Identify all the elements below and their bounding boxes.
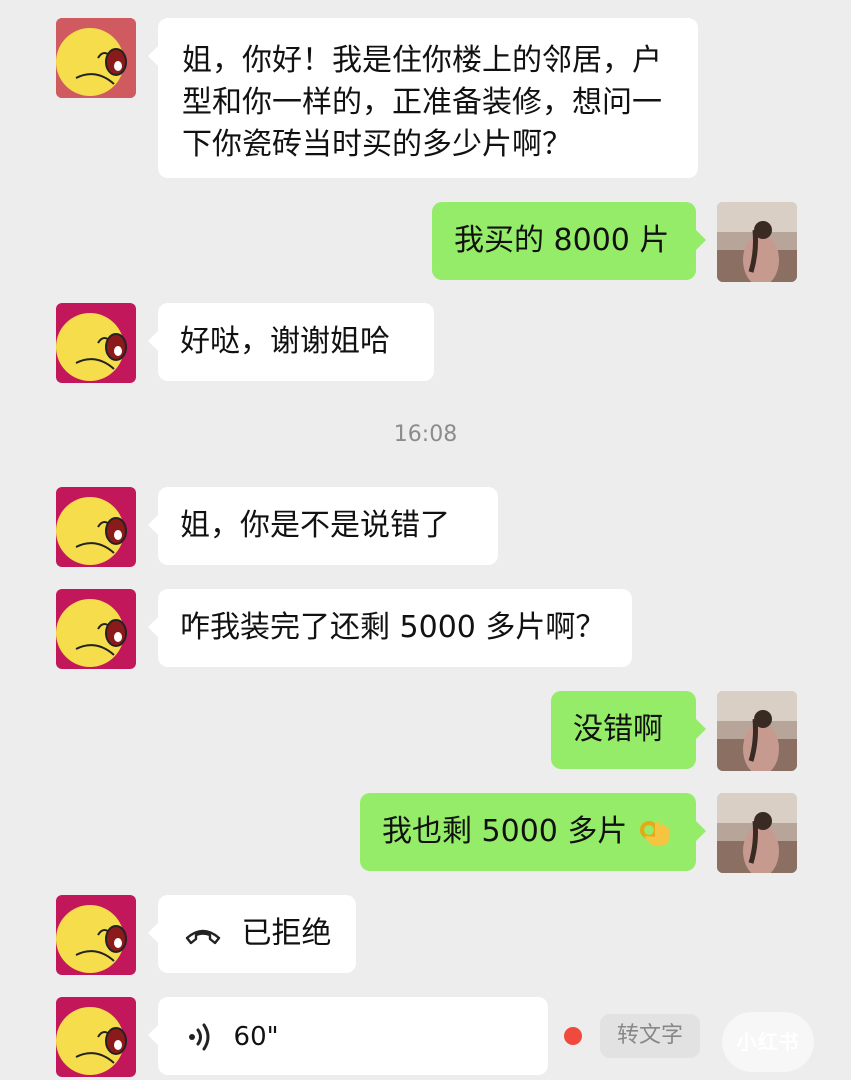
message-timestamp: 16:08 (393, 422, 458, 447)
self-avatar[interactable] (717, 202, 797, 282)
message-text: 我买的 8000 片 (454, 223, 670, 258)
user-photo-avatar-icon (717, 793, 797, 873)
contact-avatar[interactable] (56, 895, 136, 975)
message-bubble-incoming[interactable]: 好哒，谢谢姐哈 (148, 303, 434, 381)
message-bubble-incoming[interactable]: 姐，你是不是说错了 (148, 487, 498, 565)
call-status-text: 已拒绝 (241, 916, 332, 951)
phone-hangup-icon (185, 929, 221, 944)
contact-avatar[interactable] (56, 303, 136, 383)
message-bubble-outgoing[interactable]: 我买的 8000 片 (432, 202, 706, 280)
message-text: 我也剩 5000 多片 (382, 814, 628, 849)
contact-avatar[interactable] (56, 487, 136, 567)
ok-hand-emoji-icon (639, 820, 670, 846)
call-declined-bubble[interactable]: 已拒绝 (148, 895, 356, 973)
watermark-logo: 小红书 (722, 1012, 814, 1072)
contact-avatar[interactable] (56, 997, 136, 1077)
self-avatar[interactable] (717, 691, 797, 771)
voice-duration: 60" (233, 1022, 279, 1052)
duck-avatar-icon (56, 589, 136, 669)
user-photo-avatar-icon (717, 691, 797, 771)
self-avatar[interactable] (717, 793, 797, 873)
message-text: 姐，你是不是说错了 (180, 508, 450, 543)
duck-avatar-icon (56, 997, 136, 1077)
voice-message-bubble[interactable]: 60" (148, 997, 548, 1075)
message-text: 咋我装完了还剩 5000 多片啊？ (180, 610, 606, 645)
contact-avatar[interactable] (56, 18, 136, 98)
duck-avatar-icon (56, 18, 136, 98)
duck-avatar-icon (56, 487, 136, 567)
duck-avatar-icon (56, 895, 136, 975)
message-bubble-outgoing[interactable]: 我也剩 5000 多片 (360, 793, 706, 871)
message-bubble-incoming[interactable]: 姐，你好！我是住你楼上的邻居，户型和你一样的，正准备装修，想问一下你瓷砖当时买的… (148, 18, 698, 178)
contact-avatar[interactable] (56, 589, 136, 669)
message-bubble-outgoing[interactable]: 没错啊 (551, 691, 706, 769)
message-bubble-incoming[interactable]: 咋我装完了还剩 5000 多片啊？ (148, 589, 632, 667)
voice-wave-icon (189, 1023, 210, 1050)
message-text: 没错啊 (573, 712, 663, 747)
unread-dot (564, 1027, 582, 1045)
chat-window: 姐，你好！我是住你楼上的邻居，户型和你一样的，正准备装修，想问一下你瓷砖当时买的… (0, 0, 851, 1080)
message-text: 姐，你好！我是住你楼上的邻居，户型和你一样的，正准备装修，想问一下你瓷砖当时买的… (182, 43, 662, 162)
voice-to-text-button[interactable]: 转文字 (600, 1014, 700, 1058)
message-text: 好哒，谢谢姐哈 (180, 324, 390, 359)
duck-avatar-icon (56, 303, 136, 383)
user-photo-avatar-icon (717, 202, 797, 282)
